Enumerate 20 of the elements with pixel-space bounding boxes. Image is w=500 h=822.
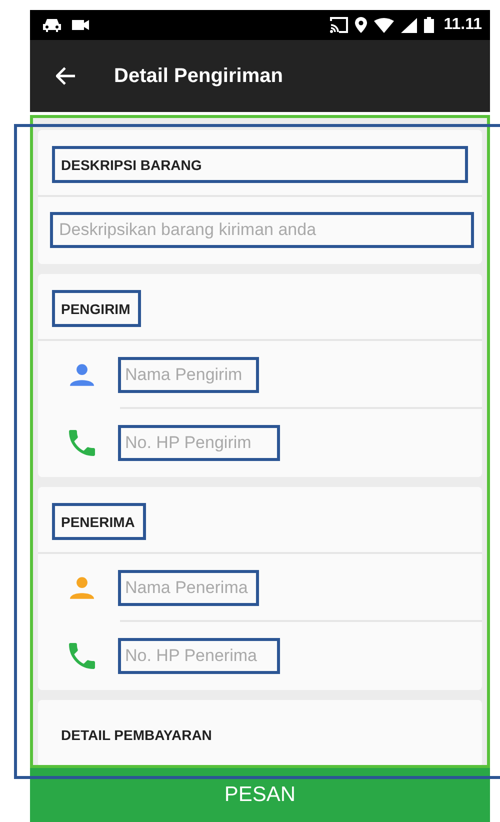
car-icon xyxy=(42,18,62,32)
battery-icon xyxy=(424,17,434,33)
wifi-icon xyxy=(374,18,394,32)
section-title: PENGIRIM xyxy=(52,290,142,327)
order-button[interactable]: PESAN xyxy=(30,768,490,822)
input-field[interactable]: Nama Penerima xyxy=(118,570,260,606)
screen-title: Detail Pengiriman xyxy=(114,64,283,88)
section-title: DESKRIPSI BARANG xyxy=(52,146,468,183)
back-arrow-icon[interactable] xyxy=(56,67,76,85)
cast-icon xyxy=(330,17,348,33)
input-field[interactable]: No. HP Penerima xyxy=(118,638,280,674)
input-field[interactable]: Nama Pengirim xyxy=(118,357,260,393)
status-time: 11.11 xyxy=(444,16,482,34)
input-field[interactable]: Deskripsikan barang kiriman anda xyxy=(50,212,474,248)
section-title: DETAIL PEMBAYARAN xyxy=(60,726,213,745)
location-pin-icon xyxy=(354,17,367,33)
video-camera-icon xyxy=(72,19,90,31)
signal-icon xyxy=(400,18,417,32)
section-title: PENERIMA xyxy=(52,503,146,540)
input-field[interactable]: No. HP Pengirim xyxy=(118,425,280,461)
